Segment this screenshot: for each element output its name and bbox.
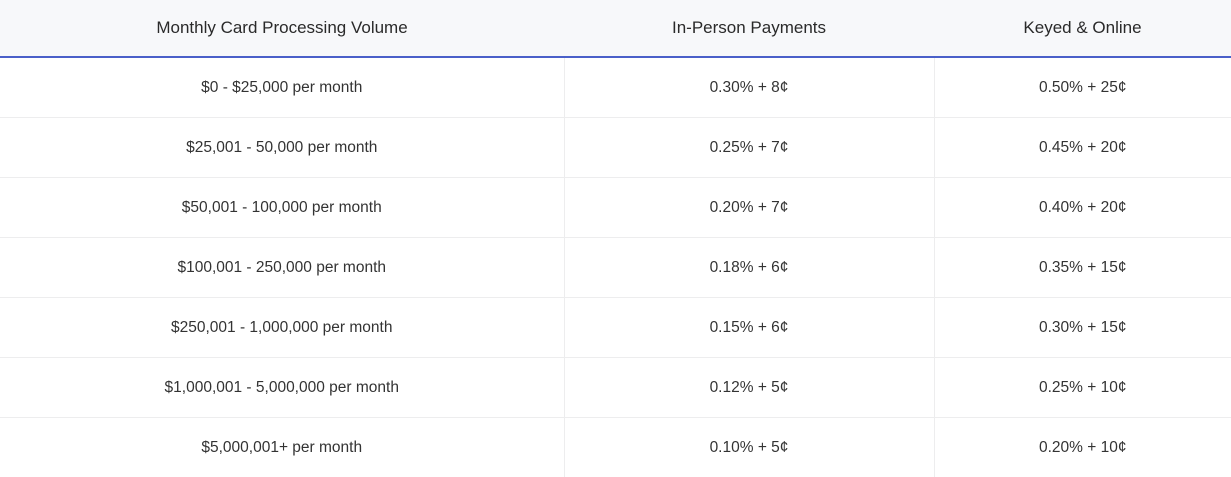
in-person-rate-cell: 0.18% + 6¢: [564, 238, 934, 298]
table-header: Monthly Card Processing Volume In-Person…: [0, 0, 1231, 57]
in-person-rate-cell: 0.30% + 8¢: [564, 57, 934, 118]
volume-cell: $0 - $25,000 per month: [0, 57, 564, 118]
in-person-rate-cell: 0.12% + 5¢: [564, 358, 934, 418]
table-row: $25,001 - 50,000 per month 0.25% + 7¢ 0.…: [0, 118, 1231, 178]
header-keyed-online: Keyed & Online: [934, 0, 1231, 57]
keyed-online-rate-cell: 0.50% + 25¢: [934, 57, 1231, 118]
volume-cell: $25,001 - 50,000 per month: [0, 118, 564, 178]
table-body: $0 - $25,000 per month 0.30% + 8¢ 0.50% …: [0, 57, 1231, 477]
in-person-rate-cell: 0.25% + 7¢: [564, 118, 934, 178]
volume-cell: $250,001 - 1,000,000 per month: [0, 298, 564, 358]
table-row: $250,001 - 1,000,000 per month 0.15% + 6…: [0, 298, 1231, 358]
table-row: $100,001 - 250,000 per month 0.18% + 6¢ …: [0, 238, 1231, 298]
table-row: $0 - $25,000 per month 0.30% + 8¢ 0.50% …: [0, 57, 1231, 118]
in-person-rate-cell: 0.15% + 6¢: [564, 298, 934, 358]
table-row: $50,001 - 100,000 per month 0.20% + 7¢ 0…: [0, 178, 1231, 238]
keyed-online-rate-cell: 0.20% + 10¢: [934, 418, 1231, 477]
volume-cell: $100,001 - 250,000 per month: [0, 238, 564, 298]
keyed-online-rate-cell: 0.25% + 10¢: [934, 358, 1231, 418]
volume-cell: $1,000,001 - 5,000,000 per month: [0, 358, 564, 418]
volume-cell: $5,000,001+ per month: [0, 418, 564, 477]
in-person-rate-cell: 0.20% + 7¢: [564, 178, 934, 238]
volume-cell: $50,001 - 100,000 per month: [0, 178, 564, 238]
header-in-person: In-Person Payments: [564, 0, 934, 57]
keyed-online-rate-cell: 0.30% + 15¢: [934, 298, 1231, 358]
in-person-rate-cell: 0.10% + 5¢: [564, 418, 934, 477]
keyed-online-rate-cell: 0.40% + 20¢: [934, 178, 1231, 238]
header-volume: Monthly Card Processing Volume: [0, 0, 564, 57]
table-row: $5,000,001+ per month 0.10% + 5¢ 0.20% +…: [0, 418, 1231, 477]
keyed-online-rate-cell: 0.45% + 20¢: [934, 118, 1231, 178]
header-row: Monthly Card Processing Volume In-Person…: [0, 0, 1231, 57]
keyed-online-rate-cell: 0.35% + 15¢: [934, 238, 1231, 298]
pricing-table: Monthly Card Processing Volume In-Person…: [0, 0, 1231, 477]
table-row: $1,000,001 - 5,000,000 per month 0.12% +…: [0, 358, 1231, 418]
